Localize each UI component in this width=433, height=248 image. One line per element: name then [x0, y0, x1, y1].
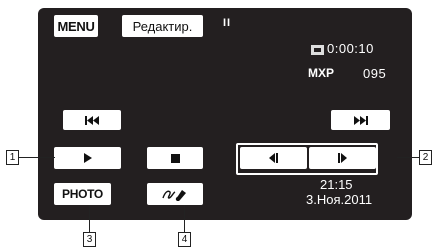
playback-time: 21:15 — [320, 177, 353, 192]
frame-reverse-button[interactable] — [240, 147, 307, 169]
frame-advance-button[interactable] — [309, 147, 376, 169]
decoration-button[interactable] — [147, 183, 203, 205]
skip-forward-button[interactable] — [331, 110, 390, 130]
callout-1: 1 — [6, 150, 19, 165]
frame-reverse-icon — [269, 153, 278, 163]
quality-mode: MXP — [308, 66, 335, 80]
callout-4: 4 — [178, 232, 191, 247]
play-button[interactable] — [54, 147, 121, 169]
skip-back-button[interactable] — [63, 110, 121, 130]
play-icon — [83, 153, 92, 163]
photo-button[interactable]: PHOTO — [54, 183, 111, 205]
decoration-pen-icon — [162, 187, 188, 201]
playback-screen: MENU Редактир. II 0:00:10 MXP 095 PHOTO … — [38, 8, 412, 220]
stop-icon — [170, 153, 180, 163]
callout-4-leader — [184, 205, 185, 232]
edit-button-label: Редактир. — [132, 18, 193, 34]
recording-date: 3.Ноя.2011 — [306, 192, 373, 207]
callout-3-leader — [89, 205, 90, 232]
skip-to-previous-icon — [85, 115, 99, 125]
scene-number: 095 — [363, 66, 387, 81]
frame-advance-icon — [338, 153, 347, 163]
menu-button[interactable]: MENU — [54, 15, 98, 37]
edit-button[interactable]: Редактир. — [122, 15, 203, 37]
skip-to-next-icon — [353, 115, 368, 125]
pause-indicator: II — [223, 17, 232, 29]
timecode: 0:00:10 — [327, 41, 374, 56]
callout-1-leader — [19, 157, 55, 158]
callout-2: 2 — [419, 150, 432, 165]
photo-button-label: PHOTO — [62, 187, 103, 201]
memory-card-icon — [311, 45, 324, 55]
callout-2-leader — [397, 157, 419, 158]
callout-3: 3 — [83, 232, 96, 247]
stop-button[interactable] — [147, 147, 203, 169]
menu-button-label: MENU — [57, 18, 95, 34]
